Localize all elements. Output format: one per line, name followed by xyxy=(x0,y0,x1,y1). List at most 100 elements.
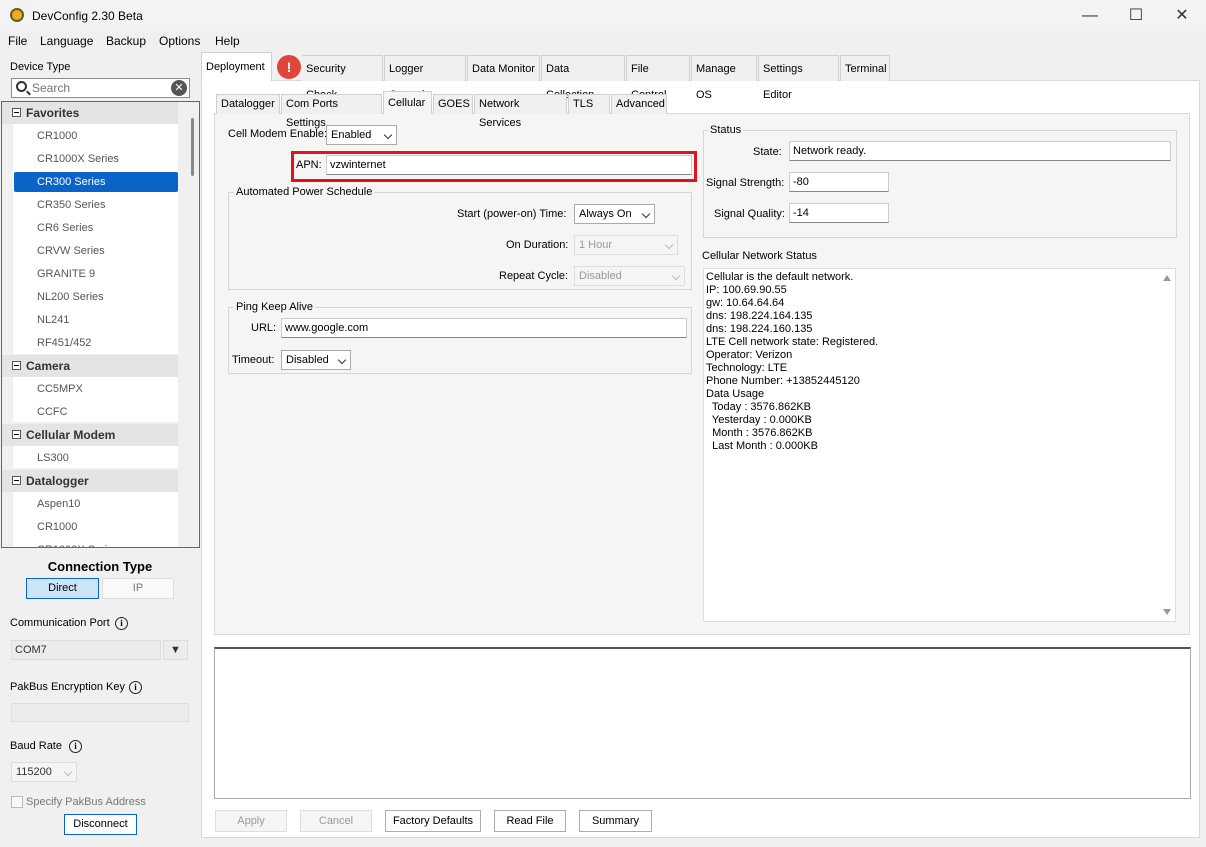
dropdown-arrow-icon[interactable]: ▼ xyxy=(163,640,188,660)
tree-item[interactable]: CR6 Series xyxy=(13,218,178,238)
tab-logger-control[interactable]: Logger Control xyxy=(384,55,466,101)
device-type-label: Device Type xyxy=(10,61,71,73)
clear-search-icon[interactable]: ✕ xyxy=(171,80,187,96)
menu-file[interactable]: File xyxy=(8,34,27,48)
app-logo-icon xyxy=(10,8,24,22)
search-icon xyxy=(16,81,27,92)
baud-rate-select[interactable]: 115200 xyxy=(11,762,77,782)
collapse-icon[interactable] xyxy=(12,476,21,485)
tab-security-check[interactable]: Security Check xyxy=(302,55,383,101)
tree-item[interactable]: CRVW Series xyxy=(13,241,178,261)
apn-input[interactable]: vzwinternet xyxy=(326,155,692,175)
url-label: URL: xyxy=(251,322,277,334)
tab-cellular[interactable]: Cellular xyxy=(383,91,432,114)
tree-scrollbar[interactable] xyxy=(188,102,199,547)
collapse-icon[interactable] xyxy=(12,108,21,117)
tab-goes[interactable]: GOES xyxy=(433,94,473,114)
close-button[interactable]: ✕ xyxy=(1159,0,1205,31)
menu-options[interactable]: Options xyxy=(159,34,200,48)
timeout-select[interactable]: Disabled xyxy=(281,350,351,370)
collapse-icon[interactable] xyxy=(12,430,21,439)
info-icon[interactable]: i xyxy=(115,617,128,630)
tree-item[interactable]: CR1000X Series xyxy=(13,149,178,169)
tree-item[interactable]: CR1000 xyxy=(13,517,178,537)
specify-pakbus-checkbox[interactable] xyxy=(11,796,23,808)
start-time-label: Start (power-on) Time: xyxy=(457,208,567,220)
tree-item[interactable]: CR1000X Series xyxy=(13,540,178,547)
info-icon[interactable]: i xyxy=(129,681,142,694)
tree-group-camera[interactable]: Camera xyxy=(2,355,178,377)
chevron-down-icon xyxy=(63,767,73,777)
log-output-area[interactable] xyxy=(214,647,1191,799)
tab-com-ports-settings[interactable]: Com Ports Settings xyxy=(281,94,382,129)
apply-button[interactable]: Apply xyxy=(215,810,287,832)
menu-language[interactable]: Language xyxy=(40,34,93,48)
ip-connection-button[interactable]: IP xyxy=(102,578,174,599)
cell-modem-enable-select[interactable]: Enabled xyxy=(326,125,397,145)
tree-item[interactable]: Aspen10 xyxy=(13,494,178,514)
info-icon[interactable]: i xyxy=(69,740,82,753)
chevron-down-icon xyxy=(664,240,674,250)
device-tree[interactable]: Favorites CR1000 CR1000X Series CR300 Se… xyxy=(1,101,200,548)
repeat-cycle-select[interactable]: Disabled xyxy=(574,266,685,286)
tree-item-selected[interactable]: CR300 Series xyxy=(14,172,178,192)
tree-group-favorites[interactable]: Favorites xyxy=(2,102,178,124)
tree-item[interactable]: GRANITE 9 xyxy=(13,264,178,284)
maximize-button[interactable]: ☐ xyxy=(1113,0,1159,31)
signal-strength-label: Signal Strength: xyxy=(706,177,785,189)
url-input[interactable]: www.google.com xyxy=(281,318,687,338)
tree-group-cellular-modem[interactable]: Cellular Modem xyxy=(2,424,178,446)
tab-advanced[interactable]: Advanced xyxy=(611,94,667,114)
factory-defaults-button[interactable]: Factory Defaults xyxy=(385,810,481,832)
on-duration-select[interactable]: 1 Hour xyxy=(574,235,678,255)
disconnect-button[interactable]: Disconnect xyxy=(64,814,137,835)
tab-terminal[interactable]: Terminal xyxy=(840,55,890,81)
tab-data-collection[interactable]: Data Collection xyxy=(541,55,625,101)
search-box[interactable]: ✕ xyxy=(11,78,190,98)
connection-type-label: Connection Type xyxy=(47,559,153,574)
cancel-button[interactable]: Cancel xyxy=(300,810,372,832)
window-title: DevConfig 2.30 Beta xyxy=(32,9,143,23)
tree-item[interactable]: NL241 xyxy=(13,310,178,330)
tree-item[interactable]: CC5MPX xyxy=(13,379,178,399)
chevron-down-icon xyxy=(671,271,681,281)
menu-help[interactable]: Help xyxy=(215,34,240,48)
search-input[interactable] xyxy=(32,80,172,96)
tree-scrollbar-thumb[interactable] xyxy=(191,118,194,176)
signal-strength-field: -80 xyxy=(789,172,889,192)
tree-item[interactable]: RF451/452 xyxy=(13,333,178,353)
tree-group-datalogger[interactable]: Datalogger xyxy=(2,470,178,492)
scroll-down-icon[interactable] xyxy=(1163,609,1171,615)
pakbus-encryption-key-field[interactable] xyxy=(11,703,189,722)
tree-item[interactable]: NL200 Series xyxy=(13,287,178,307)
power-schedule-title: Automated Power Schedule xyxy=(234,186,375,198)
scroll-up-icon[interactable] xyxy=(1163,275,1171,281)
status-scrollbar[interactable] xyxy=(1160,269,1175,621)
tab-manage-os[interactable]: Manage OS xyxy=(691,55,757,101)
tree-item[interactable]: CCFC xyxy=(13,402,178,422)
communication-port-label: Communication Port xyxy=(10,617,110,629)
tab-settings-editor[interactable]: Settings Editor xyxy=(758,55,839,101)
tab-file-control[interactable]: File Control xyxy=(626,55,690,101)
tab-datalogger[interactable]: Datalogger xyxy=(216,94,280,114)
start-time-select[interactable]: Always On xyxy=(574,204,655,224)
summary-button[interactable]: Summary xyxy=(579,810,652,832)
read-file-button[interactable]: Read File xyxy=(494,810,566,832)
chevron-down-icon xyxy=(337,355,347,365)
direct-connection-button[interactable]: Direct xyxy=(26,578,99,599)
tab-tls[interactable]: TLS xyxy=(568,94,610,114)
tree-item[interactable]: CR1000 xyxy=(13,126,178,146)
specify-pakbus-label: Specify PakBus Address xyxy=(26,796,146,808)
communication-port-select[interactable]: COM7 xyxy=(11,640,161,660)
state-label: State: xyxy=(753,146,782,158)
tab-deployment[interactable]: Deployment xyxy=(201,52,272,81)
menu-backup[interactable]: Backup xyxy=(106,34,146,48)
tree-item[interactable]: LS300 xyxy=(13,448,178,468)
tab-network-services[interactable]: Network Services xyxy=(474,94,567,129)
ping-keep-alive-title: Ping Keep Alive xyxy=(234,301,316,313)
repeat-cycle-label: Repeat Cycle: xyxy=(499,270,569,282)
minimize-button[interactable]: — xyxy=(1067,0,1113,31)
tree-item[interactable]: CR350 Series xyxy=(13,195,178,215)
tab-data-monitor[interactable]: Data Monitor xyxy=(467,55,540,81)
collapse-icon[interactable] xyxy=(12,361,21,370)
